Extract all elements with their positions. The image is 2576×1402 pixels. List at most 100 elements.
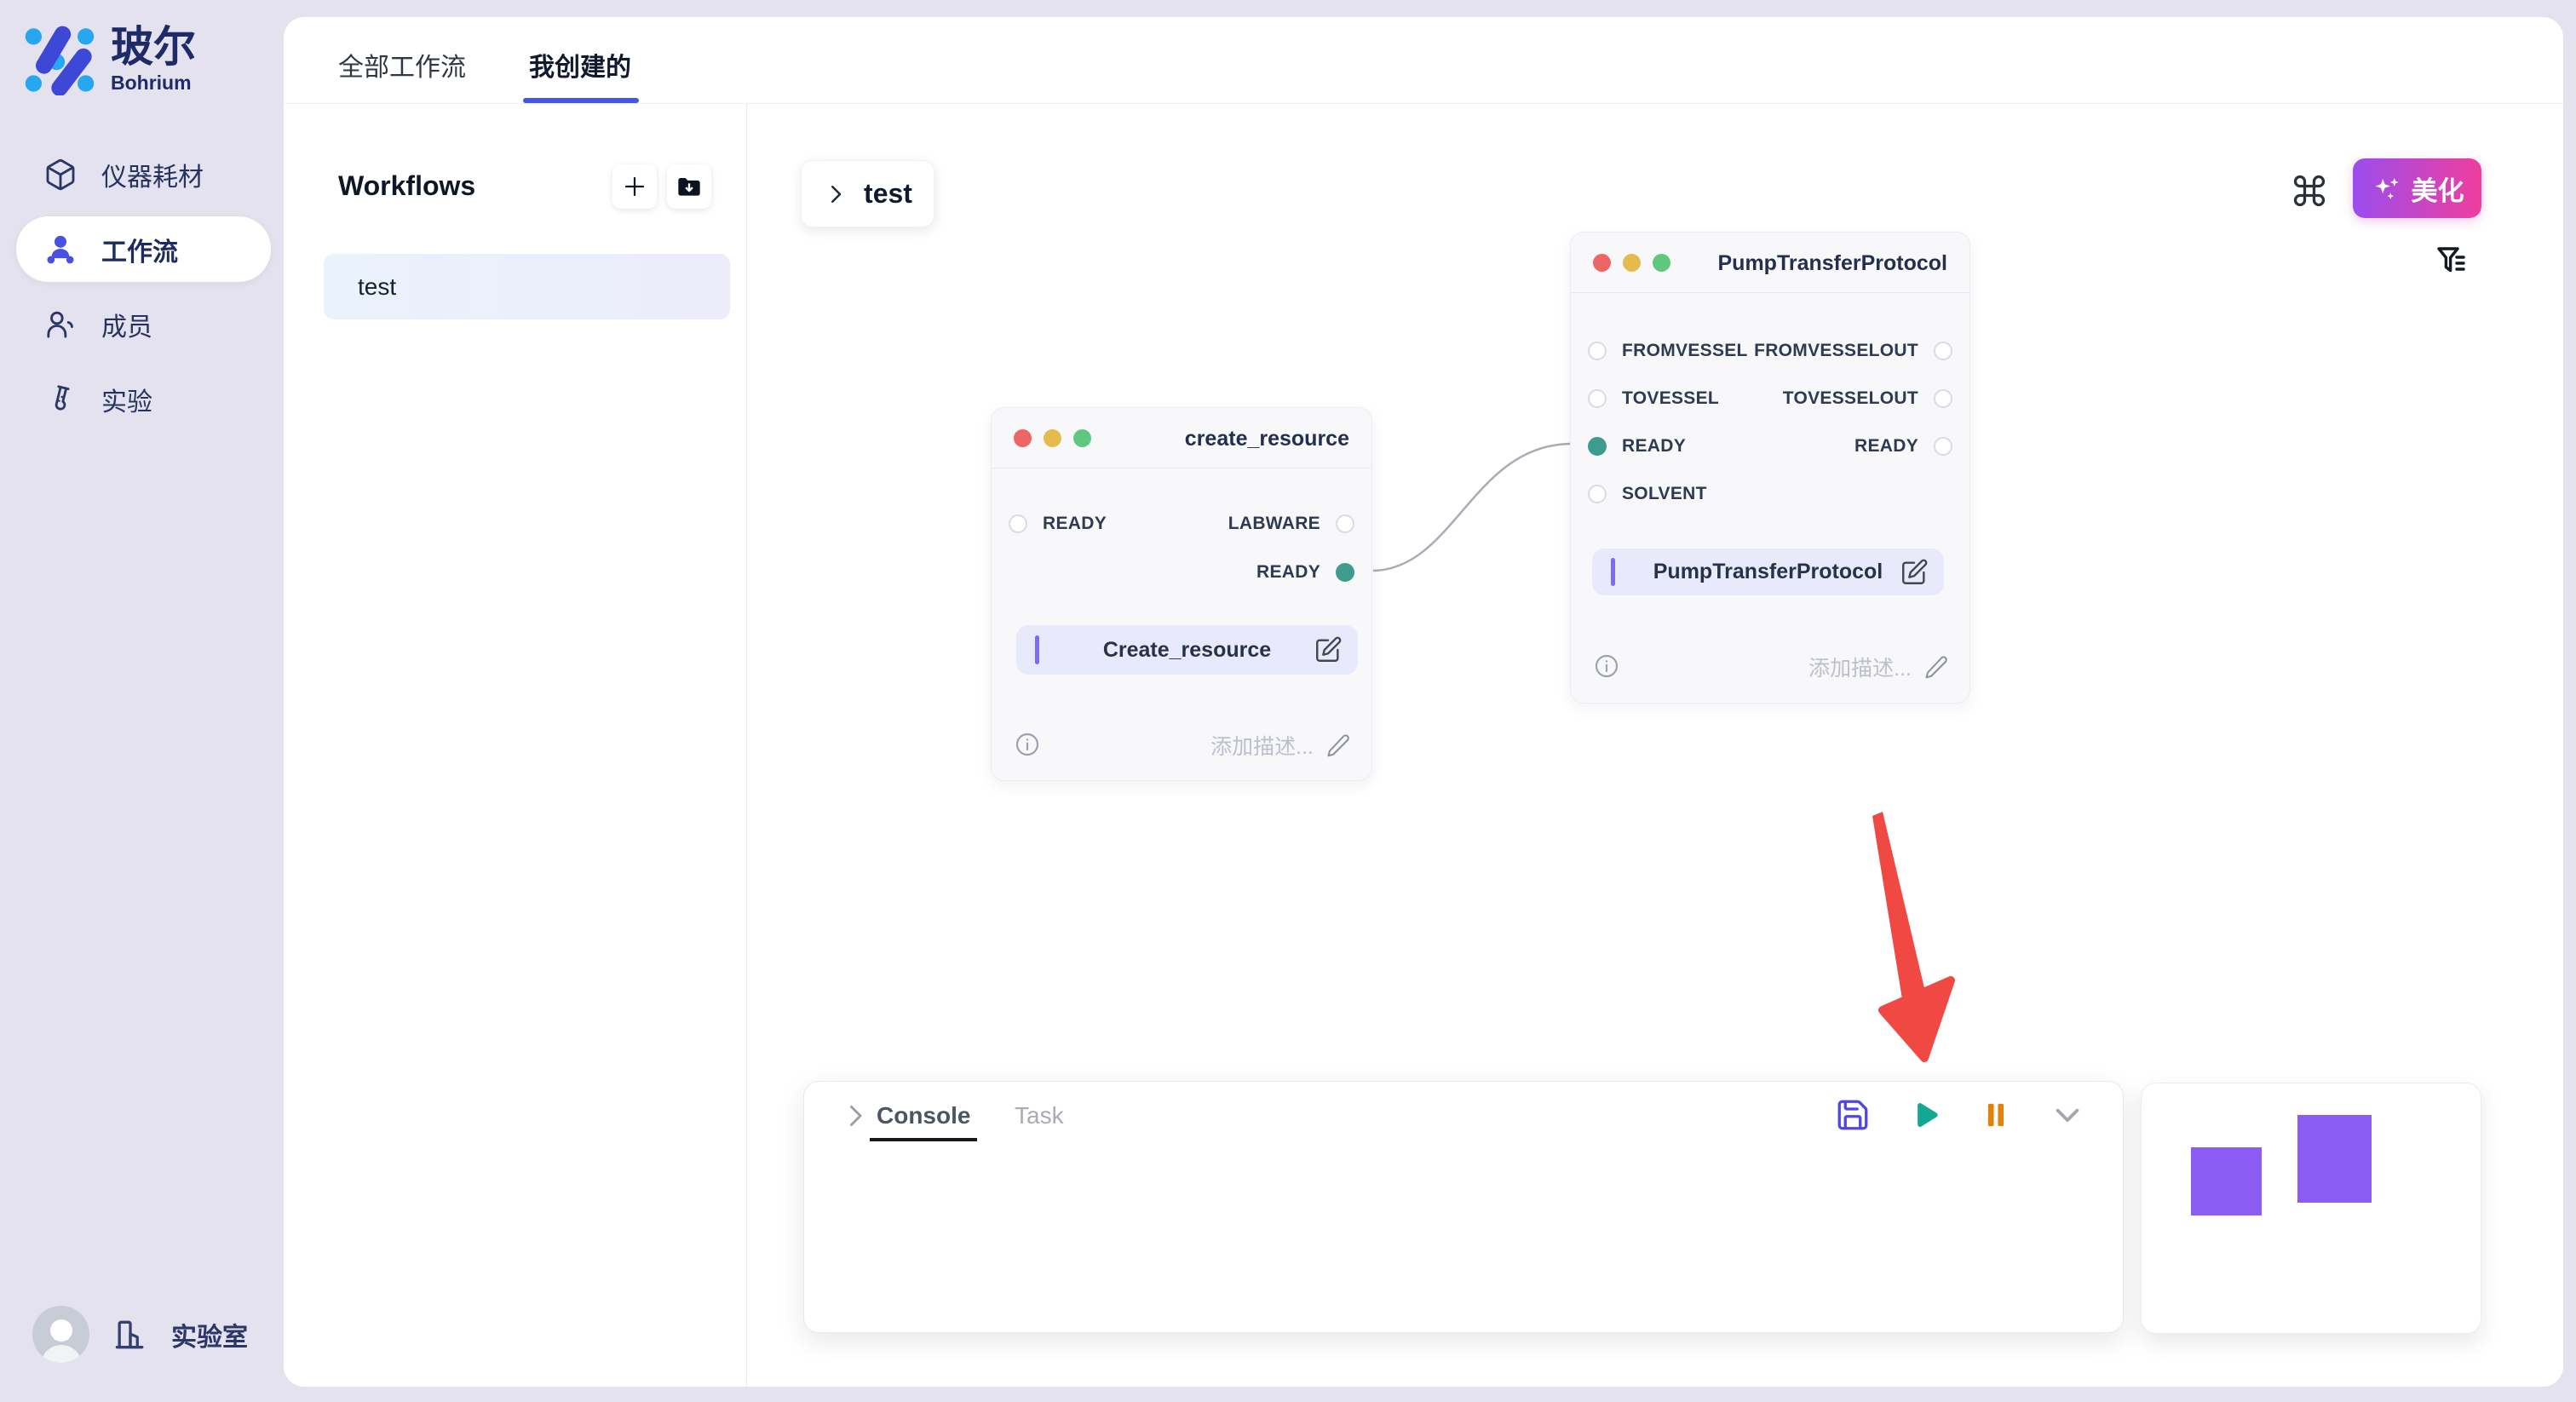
building-icon xyxy=(112,1316,149,1353)
port-circle-icon[interactable] xyxy=(1588,342,1607,360)
experiment-icon xyxy=(43,382,78,417)
port-circle-icon[interactable] xyxy=(1934,437,1952,456)
play-icon xyxy=(1906,1097,1942,1133)
sidebar-footer[interactable]: 实验室 xyxy=(32,1306,248,1363)
chevron-down-icon xyxy=(2050,1097,2085,1133)
port-solvent-in[interactable]: SOLVENT xyxy=(1588,484,1707,504)
port-ready-out[interactable]: READY xyxy=(1256,562,1354,583)
add-description[interactable]: 添加描述... xyxy=(1808,652,1949,682)
brand-name-cn: 玻尔 xyxy=(111,25,196,70)
info-icon[interactable] xyxy=(1593,652,1620,680)
port-ready-in[interactable]: READY xyxy=(1009,514,1107,534)
port-circle-icon[interactable] xyxy=(1336,514,1354,533)
filter-button[interactable] xyxy=(2429,238,2477,286)
main-panel: 全部工作流 我创建的 Workflows test xyxy=(284,17,2563,1387)
bohrium-logo-icon xyxy=(24,24,95,95)
pause-button[interactable] xyxy=(1978,1097,2014,1133)
node-action-pill[interactable]: Create_resource xyxy=(1016,625,1358,675)
port-circle-icon[interactable] xyxy=(1009,514,1027,533)
red-dot-icon xyxy=(1014,429,1032,447)
node-create-resource[interactable]: create_resource READY LABWARE READY Crea… xyxy=(991,407,1372,781)
pause-icon xyxy=(1978,1097,2014,1133)
import-folder-button[interactable] xyxy=(667,164,711,209)
node-header[interactable]: create_resource xyxy=(992,408,1371,468)
console-tab[interactable]: Console xyxy=(877,1102,970,1129)
beautify-label: 美化 xyxy=(2412,170,2464,208)
sidebar-item-label: 成员 xyxy=(101,306,152,343)
sidebar-item-label: 工作流 xyxy=(101,231,178,268)
yellow-dot-icon xyxy=(1623,254,1641,272)
port-fromvesselout[interactable]: FROMVESSELOUT xyxy=(1754,341,1952,361)
canvas-breadcrumb[interactable]: test xyxy=(801,160,934,227)
port-ready-in[interactable]: READY xyxy=(1588,436,1686,457)
yellow-dot-icon xyxy=(1044,429,1061,447)
port-tovesselout[interactable]: TOVESSELOUT xyxy=(1783,388,1952,409)
node-pump-transfer-protocol[interactable]: PumpTransferProtocol FROMVESSEL TOVESSEL… xyxy=(1570,232,1970,704)
add-workflow-button[interactable] xyxy=(612,164,657,209)
canvas[interactable]: test 美化 xyxy=(747,104,2563,1387)
node-traffic-dots xyxy=(1014,429,1091,447)
port-circle-icon[interactable] xyxy=(1588,389,1607,408)
port-fromvessel-in[interactable]: FROMVESSEL xyxy=(1588,341,1748,361)
port-circle-filled-icon[interactable] xyxy=(1336,563,1354,582)
edit-icon[interactable] xyxy=(1314,635,1343,664)
node-title: PumpTransferProtocol xyxy=(1718,251,1948,276)
port-circle-icon[interactable] xyxy=(1934,389,1952,408)
node-connection-edge xyxy=(1373,444,1570,571)
sparkles-icon xyxy=(2371,173,2401,204)
pencil-icon[interactable] xyxy=(1325,733,1351,758)
edit-icon[interactable] xyxy=(1900,558,1929,587)
minimap-node-rect xyxy=(2297,1115,2372,1203)
port-circle-icon[interactable] xyxy=(1588,485,1607,503)
sidebar-item-workflow[interactable]: 工作流 xyxy=(16,216,271,282)
red-dot-icon xyxy=(1593,254,1611,272)
brand-logo: 玻尔 Bohrium xyxy=(24,24,196,95)
node-action-label: PumpTransferProtocol xyxy=(1592,560,1944,584)
task-tab[interactable]: Task xyxy=(1015,1102,1064,1129)
breadcrumb-label: test xyxy=(864,178,912,210)
sidebar-item-label: 仪器耗材 xyxy=(101,156,204,193)
sidebar-item-experiments[interactable]: 实验 xyxy=(16,366,271,432)
folder-download-icon xyxy=(676,173,703,200)
port-label: TOVESSEL xyxy=(1622,388,1719,409)
port-label: READY xyxy=(1256,562,1320,583)
workflows-title: Workflows xyxy=(338,170,475,202)
port-circle-icon[interactable] xyxy=(1934,342,1952,360)
package-icon xyxy=(43,158,78,192)
run-button[interactable] xyxy=(1906,1097,1942,1133)
sidebar-item-instruments[interactable]: 仪器耗材 xyxy=(16,141,271,207)
port-label: TOVESSELOUT xyxy=(1783,388,1918,409)
filter-icon xyxy=(2433,242,2474,283)
minimap-node-rect xyxy=(2191,1147,2262,1215)
avatar[interactable] xyxy=(32,1306,89,1363)
save-button[interactable] xyxy=(1835,1097,1871,1133)
port-circle-filled-icon[interactable] xyxy=(1588,437,1607,456)
port-labware-out[interactable]: LABWARE xyxy=(1228,514,1354,534)
sidebar-item-members[interactable]: 成员 xyxy=(16,291,271,357)
port-tovessel-in[interactable]: TOVESSEL xyxy=(1588,388,1719,409)
node-header[interactable]: PumpTransferProtocol xyxy=(1571,233,1969,293)
chevron-right-icon[interactable] xyxy=(840,1100,871,1131)
brand-name-en: Bohrium xyxy=(111,72,196,95)
green-dot-icon xyxy=(1653,254,1670,272)
tab-my-created[interactable]: 我创建的 xyxy=(529,46,631,83)
description-placeholder: 添加描述... xyxy=(1210,730,1314,761)
add-description[interactable]: 添加描述... xyxy=(1210,730,1351,761)
lab-label: 实验室 xyxy=(171,1316,248,1353)
collapse-console-button[interactable] xyxy=(2050,1097,2085,1133)
command-button[interactable] xyxy=(2287,169,2332,213)
node-action-pill[interactable]: PumpTransferProtocol xyxy=(1592,549,1944,595)
port-ready-out[interactable]: READY xyxy=(1854,436,1952,457)
workflow-icon xyxy=(43,233,78,267)
info-icon[interactable] xyxy=(1014,731,1041,758)
port-label: READY xyxy=(1854,436,1918,457)
node-action-label: Create_resource xyxy=(1016,638,1358,663)
minimap[interactable] xyxy=(2141,1083,2481,1334)
beautify-button[interactable]: 美化 xyxy=(2353,158,2481,218)
workflow-list-panel: Workflows test xyxy=(284,104,747,1387)
tab-all-workflows[interactable]: 全部工作流 xyxy=(338,46,466,83)
pencil-icon[interactable] xyxy=(1923,654,1949,680)
workflow-list-item-test[interactable]: test xyxy=(324,254,730,319)
port-label: FROMVESSELOUT xyxy=(1754,341,1918,361)
active-tab-underline xyxy=(523,98,639,103)
